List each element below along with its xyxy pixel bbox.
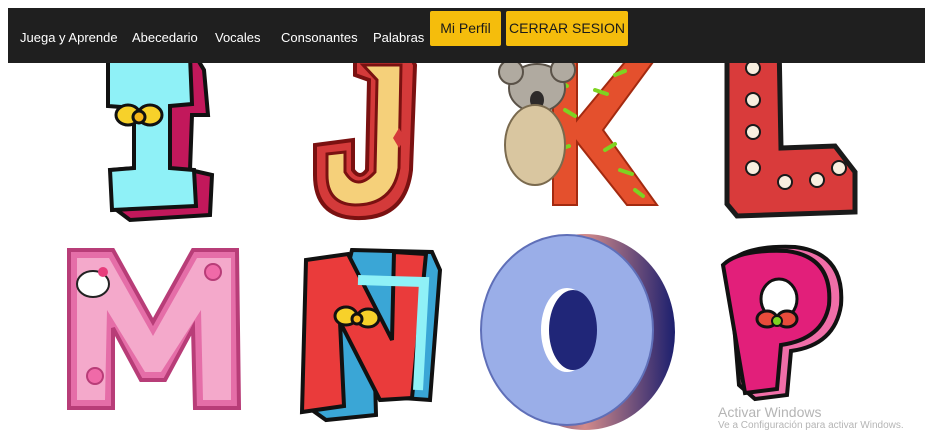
letter-m-image [67,248,242,410]
letter-card-m[interactable] [55,240,255,415]
cerrar-sesion-button[interactable]: CERRAR SESION [506,11,628,46]
nav-link-abecedario[interactable]: Abecedario [132,30,198,45]
letter-card-p[interactable] [705,235,855,410]
letter-card-o[interactable] [475,230,685,435]
letter-card-n[interactable] [262,230,467,435]
nav-link-consonantes[interactable]: Consonantes [281,30,358,45]
letter-p-image [720,244,844,402]
mi-perfil-button[interactable]: Mi Perfil [430,11,501,46]
top-navbar: Juega y Aprende Abecedario Vocales Conso… [8,8,925,63]
letter-o-image [480,234,675,430]
nav-link-palabras[interactable]: Palabras [373,30,424,45]
letter-n-image [299,247,443,423]
watermark-subtitle: Ve a Configuración para activar Windows. [718,420,904,432]
watermark-title: Activar Windows [718,404,822,420]
nav-link-vocales[interactable]: Vocales [215,30,261,45]
nav-link-juega-y-aprende[interactable]: Juega y Aprende [20,30,118,45]
windows-activation-watermark: Activar Windows Ve a Configuración para … [718,404,904,432]
